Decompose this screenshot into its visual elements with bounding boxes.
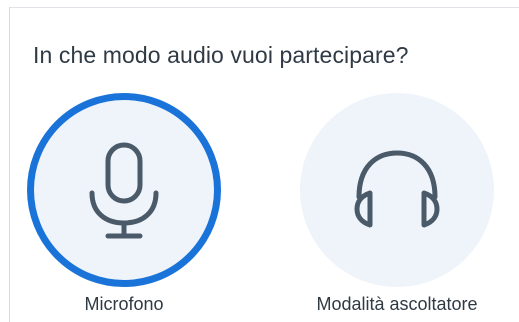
dialog-top-edge (0, 0, 519, 8)
dialog-left-edge (0, 7, 10, 322)
audio-join-dialog: In che modo audio vuoi partecipare? Micr… (0, 0, 519, 322)
microphone-option-circle[interactable] (27, 93, 221, 287)
headphones-icon (354, 150, 440, 228)
microphone-icon (89, 142, 159, 239)
listen-only-option-circle[interactable] (300, 93, 494, 287)
microphone-option-button[interactable]: Microfono (27, 93, 227, 322)
listen-only-option-button[interactable]: Modalità ascoltatore (300, 93, 500, 322)
dialog-title: In che modo audio vuoi partecipare? (33, 42, 409, 68)
listen-only-option-label: Modalità ascoltatore (316, 294, 478, 314)
microphone-option-label: Microfono (84, 294, 164, 314)
